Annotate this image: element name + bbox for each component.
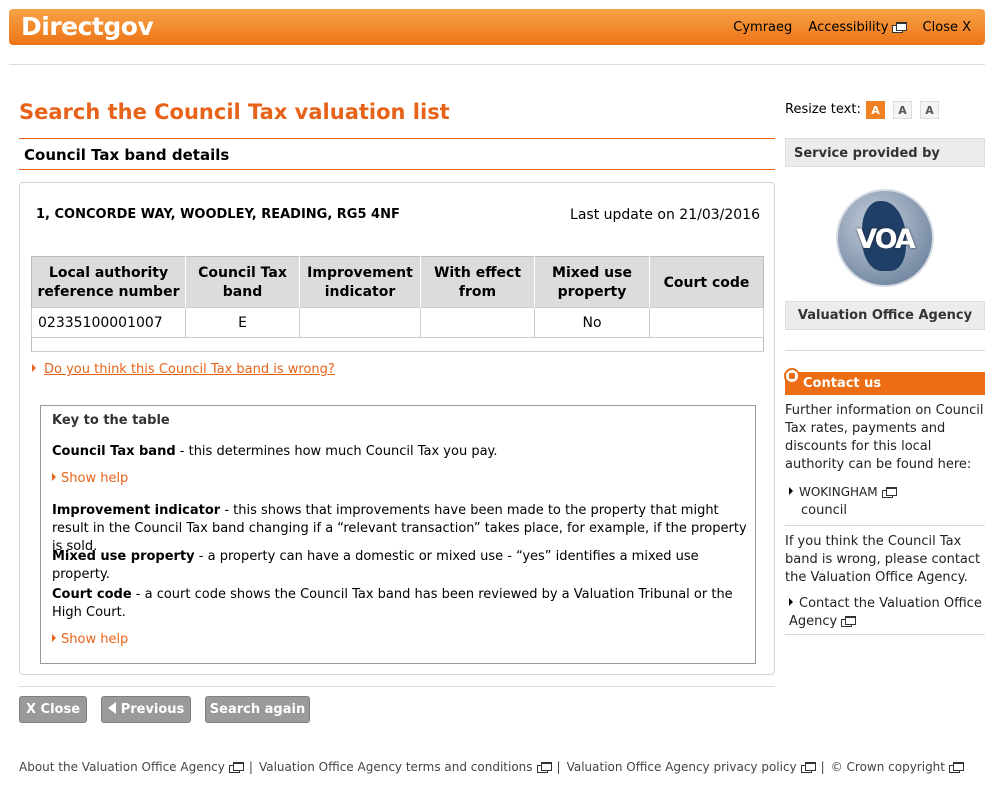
col-header-effect-from: With effect from bbox=[420, 256, 535, 308]
new-window-icon bbox=[536, 762, 552, 773]
triangle-bullet-icon bbox=[789, 598, 793, 606]
voa-logo: VOA bbox=[836, 189, 934, 287]
footer-separator: | bbox=[820, 760, 825, 774]
show-help-court[interactable]: Show help bbox=[52, 631, 128, 649]
previous-button[interactable]: Previous bbox=[101, 696, 191, 723]
footer-about-link[interactable]: About the Valuation Office Agency bbox=[19, 760, 244, 774]
directgov-logo[interactable]: Directgov bbox=[21, 12, 154, 41]
cymraeg-link[interactable]: Cymraeg bbox=[733, 20, 792, 35]
text-size-small[interactable]: A bbox=[866, 101, 885, 119]
key-band-row: Council Tax band - this determines how m… bbox=[52, 443, 750, 461]
footer-terms-link[interactable]: Valuation Office Agency terms and condit… bbox=[258, 760, 552, 774]
contact-voa-row: Contact the Valuation Office Agency bbox=[789, 595, 989, 631]
council-link-row: WOKINGHAM council bbox=[789, 483, 989, 520]
contact-pin-icon bbox=[784, 368, 800, 384]
triangle-bullet-icon bbox=[32, 364, 36, 372]
table-spacer-row bbox=[31, 337, 764, 352]
close-button[interactable]: X Close bbox=[19, 696, 87, 723]
footer-copyright-link[interactable]: © Crown copyright bbox=[830, 760, 964, 774]
section-title: Council Tax band details bbox=[24, 146, 230, 164]
footer-about-label: About the Valuation Office Agency bbox=[19, 760, 225, 774]
show-help-label: Show help bbox=[61, 471, 129, 486]
buttons-divider bbox=[19, 686, 775, 687]
col-header-band: Council Tax band bbox=[185, 256, 300, 308]
contact-voa-link[interactable]: Contact the Valuation Office Agency bbox=[789, 596, 982, 629]
key-to-table: Key to the table Council Tax band - this… bbox=[40, 405, 756, 664]
table-row: 02335100001007 E No bbox=[31, 307, 764, 338]
accessibility-link-label: Accessibility bbox=[808, 20, 889, 35]
arrow-left-icon bbox=[107, 702, 116, 714]
new-window-icon bbox=[949, 762, 964, 773]
cell-improvement bbox=[299, 307, 421, 338]
footer: About the Valuation Office Agency | Valuat… bbox=[19, 760, 964, 774]
sidebar-divider bbox=[785, 525, 985, 526]
col-header-reference: Local authority reference number bbox=[31, 256, 186, 308]
new-window-icon bbox=[841, 616, 857, 627]
previous-button-label: Previous bbox=[120, 702, 185, 717]
contact-info-text: Further information on Council Tax rates… bbox=[785, 403, 984, 472]
footer-separator: | bbox=[556, 760, 561, 774]
voa-logo-text: VOA bbox=[856, 224, 916, 255]
new-window-icon bbox=[800, 762, 816, 773]
cell-court-code bbox=[649, 307, 764, 338]
header-links: Cymraeg Accessibility Close X bbox=[721, 20, 971, 35]
page-title: Search the Council Tax valuation list bbox=[19, 100, 450, 124]
new-window-icon bbox=[881, 487, 897, 498]
title-rule bbox=[19, 138, 775, 139]
new-window-icon bbox=[228, 762, 244, 773]
key-band-term: Council Tax band bbox=[52, 444, 176, 459]
contact-us-heading: Contact us bbox=[785, 372, 985, 395]
triangle-bullet-icon bbox=[52, 473, 56, 481]
resize-text-label: Resize text: bbox=[785, 102, 861, 117]
key-court-term: Court code bbox=[52, 587, 132, 602]
wokingham-link[interactable]: WOKINGHAM bbox=[799, 485, 878, 499]
triangle-bullet-icon bbox=[789, 487, 793, 495]
footer-privacy-label: Valuation Office Agency privacy policy bbox=[566, 760, 797, 774]
band-wrong-row: Do you think this Council Tax band is wr… bbox=[32, 362, 335, 377]
search-again-button[interactable]: Search again bbox=[205, 696, 310, 723]
band-details-panel: 1, CONCORDE WAY, WOODLEY, READING, RG5 4… bbox=[19, 182, 775, 675]
show-help-band[interactable]: Show help bbox=[52, 470, 128, 488]
cell-mixed-use: No bbox=[534, 307, 650, 338]
cell-reference: 02335100001007 bbox=[31, 307, 186, 338]
council-suffix: council bbox=[801, 503, 847, 518]
text-size-medium[interactable]: A bbox=[893, 101, 912, 119]
col-header-improvement: Improvement indicator bbox=[299, 256, 421, 308]
section-rule bbox=[19, 169, 775, 170]
footer-separator: | bbox=[248, 760, 253, 774]
cell-band: E bbox=[185, 307, 300, 338]
text-size-large[interactable]: A bbox=[920, 101, 939, 119]
spacer-cell bbox=[31, 337, 764, 352]
close-link[interactable]: Close X bbox=[923, 20, 971, 35]
accessibility-link[interactable]: Accessibility bbox=[808, 20, 908, 35]
key-title: Key to the table bbox=[52, 413, 170, 428]
key-mixed-row: Mixed use property - a property can have… bbox=[52, 548, 750, 584]
triangle-bullet-icon bbox=[52, 634, 56, 642]
sidebar-divider bbox=[785, 634, 985, 635]
new-window-icon bbox=[892, 22, 908, 33]
agency-name: Valuation Office Agency bbox=[785, 301, 985, 330]
key-mixed-term: Mixed use property bbox=[52, 549, 195, 564]
footer-copyright-label: © Crown copyright bbox=[830, 760, 945, 774]
service-provided-heading: Service provided by bbox=[785, 138, 985, 167]
band-wrong-link[interactable]: Do you think this Council Tax band is wr… bbox=[44, 362, 335, 377]
key-improvement-term: Improvement indicator bbox=[52, 503, 221, 518]
header-divider bbox=[9, 64, 985, 65]
key-court-row: Court code - a court code shows the Coun… bbox=[52, 586, 750, 622]
band-table: Local authority reference number Council… bbox=[31, 256, 764, 352]
key-band-desc: - this determines how much Council Tax y… bbox=[175, 444, 498, 459]
site-header: Directgov Cymraeg Accessibility Close X bbox=[9, 9, 985, 45]
sidebar-divider bbox=[785, 350, 985, 351]
col-header-court-code: Court code bbox=[649, 256, 764, 308]
footer-privacy-link[interactable]: Valuation Office Agency privacy policy bbox=[566, 760, 816, 774]
show-help-label: Show help bbox=[61, 632, 129, 647]
footer-terms-label: Valuation Office Agency terms and condit… bbox=[258, 760, 533, 774]
table-header-row: Local authority reference number Council… bbox=[31, 256, 764, 308]
cell-effect-from bbox=[420, 307, 535, 338]
band-wrong-text: If you think the Council Tax band is wro… bbox=[785, 534, 981, 585]
key-court-desc: - a court code shows the Council Tax ban… bbox=[52, 587, 733, 620]
col-header-mixed-use: Mixed use property bbox=[534, 256, 650, 308]
last-update: Last update on 21/03/2016 bbox=[570, 207, 760, 223]
property-address: 1, CONCORDE WAY, WOODLEY, READING, RG5 4… bbox=[36, 207, 400, 222]
